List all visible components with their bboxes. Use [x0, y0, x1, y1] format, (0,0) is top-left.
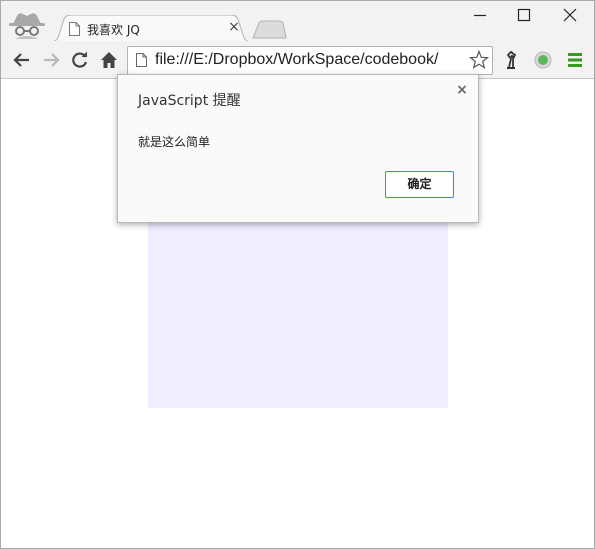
dialog-message: 就是这么简单: [138, 135, 211, 149]
maximize-button[interactable]: [504, 3, 544, 25]
minimize-icon: [474, 14, 486, 17]
page-icon: [69, 22, 80, 36]
tab-title: 我喜欢 JQ: [87, 23, 140, 37]
status-dot-icon: [534, 51, 552, 69]
extension-button[interactable]: [501, 49, 523, 71]
back-button[interactable]: [11, 49, 33, 71]
close-window-button[interactable]: [550, 3, 590, 25]
close-icon: [563, 8, 577, 22]
forward-icon: [44, 53, 60, 67]
maximize-icon: [517, 8, 531, 22]
dialog-title: JavaScript 提醒: [138, 93, 241, 109]
incognito-icon: [9, 13, 45, 39]
dialog-close-button[interactable]: ×: [454, 82, 470, 98]
ok-button[interactable]: 确定: [385, 171, 454, 198]
home-button[interactable]: [98, 49, 120, 71]
reload-button[interactable]: [69, 49, 91, 71]
new-tab-icon[interactable]: [251, 20, 287, 39]
tab-active[interactable]: 我喜欢 JQ ×: [51, 15, 251, 42]
reload-icon: [72, 51, 88, 68]
bookmark-star-icon: [468, 49, 490, 69]
title-bar: 我喜欢 JQ ×: [1, 1, 594, 42]
home-icon: [101, 52, 117, 68]
browser-window: 我喜欢 JQ × file:///E:/Dropbox/WorkSpace/co…: [0, 0, 595, 549]
status-extension-button[interactable]: [532, 49, 554, 71]
extension-icon: [506, 50, 517, 69]
menu-icon: [568, 53, 582, 67]
javascript-alert-dialog: JavaScript 提醒 × 就是这么简单 确定: [117, 74, 479, 223]
minimize-button[interactable]: [460, 3, 500, 25]
bookmark-star-button[interactable]: [468, 49, 490, 71]
content-box: [148, 221, 448, 408]
page-icon: [136, 53, 147, 67]
address-bar[interactable]: file:///E:/Dropbox/WorkSpace/codebook/: [127, 46, 493, 75]
tab-shape: [51, 15, 251, 42]
tab-close-button[interactable]: ×: [227, 19, 241, 35]
back-icon: [13, 53, 29, 67]
url-text[interactable]: file:///E:/Dropbox/WorkSpace/codebook/: [155, 51, 438, 69]
menu-button[interactable]: [564, 49, 586, 71]
forward-button[interactable]: [40, 49, 62, 71]
